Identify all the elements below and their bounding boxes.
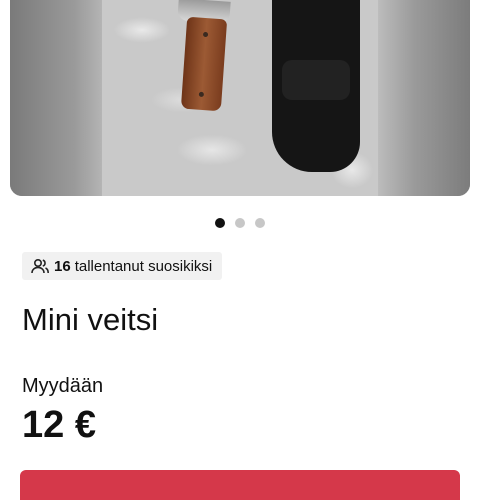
knife-handle [180,16,228,112]
price: 12 € [22,404,96,446]
favorites-count: 16 [54,257,71,275]
gallery-blurred-edge-right [378,0,470,196]
gallery-pagination [0,218,480,228]
image-gallery[interactable] [10,0,470,196]
favorites-badge: 16 tallentanut suosikiksi [22,252,223,280]
primary-action-button[interactable] [20,470,460,500]
users-icon [30,258,50,274]
pagination-dot-1[interactable] [215,218,225,228]
sheath-flap [282,60,350,100]
listing-title: Mini veitsi [22,302,159,337]
listing-photo[interactable] [102,0,378,196]
pagination-dot-3[interactable] [255,218,265,228]
pagination-dot-2[interactable] [235,218,245,228]
sale-type-label: Myydään [22,375,104,397]
favorites-label: tallentanut suosikiksi [74,257,213,275]
gallery-blurred-edge-left [10,0,102,196]
